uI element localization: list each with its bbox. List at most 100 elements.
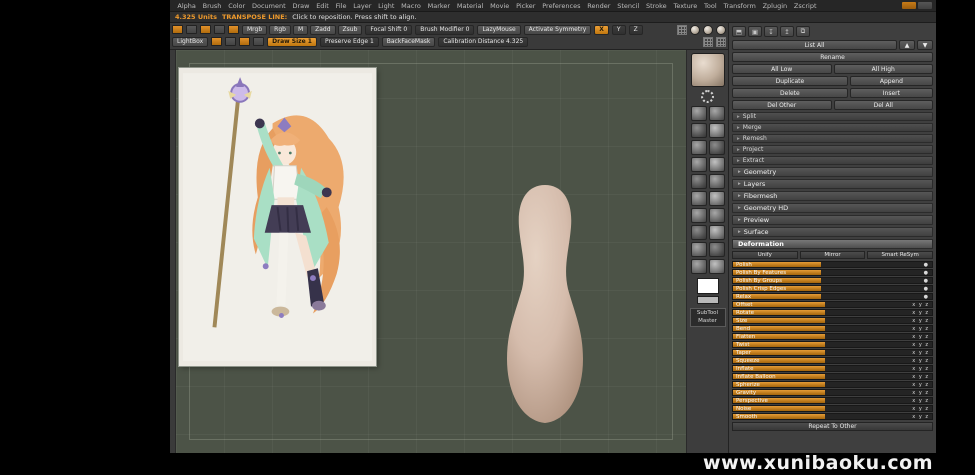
paint-mode-button[interactable]: Zsub [338, 25, 363, 35]
slider-axis-toggles[interactable]: x y z [912, 334, 932, 340]
deformation-slider[interactable]: Flatten x y z [732, 333, 933, 340]
menu-item[interactable]: Material [453, 2, 486, 10]
menu-item[interactable]: Macro [398, 2, 424, 10]
calibration-distance-readout[interactable]: Calibration Distance 4.325 [438, 37, 528, 47]
brush-thumbnail[interactable] [691, 225, 707, 240]
brush-thumbnail[interactable] [691, 191, 707, 206]
slider-axis-toggles[interactable]: x y z [912, 358, 932, 364]
secondary-color-swatch[interactable] [697, 296, 719, 304]
menu-item[interactable]: Stroke [643, 2, 671, 10]
export-icon[interactable]: ↥ [780, 26, 794, 37]
slider-axis-toggles[interactable]: x y z [912, 318, 932, 324]
menu-item[interactable]: Tool [701, 2, 720, 10]
deformation-slider[interactable]: Rotate x y z [732, 309, 933, 316]
deformation-slider[interactable]: Spherize x y z [732, 381, 933, 388]
slider-axis-toggles[interactable]: ● [924, 286, 932, 292]
slider-axis-toggles[interactable]: x y z [912, 374, 932, 380]
sculpt-viewport[interactable] [176, 50, 686, 453]
deformation-slider[interactable]: Twist x y z [732, 341, 933, 348]
menu-item[interactable]: Document [249, 2, 289, 10]
deformation-slider[interactable]: Smooth x y z [732, 413, 933, 420]
main-color-swatch[interactable] [697, 278, 719, 294]
menubar-chip-icon[interactable] [902, 2, 916, 9]
deformation-slider[interactable]: Polish By Groups ● [732, 277, 933, 284]
slider-axis-toggles[interactable]: x y z [912, 390, 932, 396]
menu-item[interactable]: Render [584, 2, 614, 10]
brush-thumbnail[interactable] [691, 157, 707, 172]
paint-mode-button[interactable]: M [293, 25, 308, 35]
deformation-slider[interactable]: Inflate Balloon x y z [732, 373, 933, 380]
subtool-down-button[interactable]: ▼ [917, 40, 933, 50]
append-button[interactable]: Append [850, 76, 933, 86]
menu-item[interactable]: Brush [199, 2, 225, 10]
menu-item[interactable]: Draw [289, 2, 313, 10]
subtool-subsection-header[interactable]: ▸ Merge [732, 123, 933, 132]
grid-icon[interactable] [703, 37, 713, 47]
activate-symmetry-button[interactable]: Activate Symmetry [524, 25, 592, 35]
quick-button[interactable] [172, 25, 183, 34]
brush-thumbnail[interactable] [691, 174, 707, 189]
insert-button[interactable]: Insert [850, 88, 933, 98]
brush-thumbnail[interactable] [691, 259, 707, 274]
subtool-up-button[interactable]: ▲ [899, 40, 915, 50]
menu-item[interactable]: Alpha [174, 2, 199, 10]
paint-mode-button[interactable]: Zadd [310, 25, 335, 35]
lazymouse-button[interactable]: LazyMouse [477, 25, 520, 35]
list-all-button[interactable]: List All [732, 40, 897, 50]
menu-item[interactable]: Edit [313, 2, 332, 10]
all-low-button[interactable]: All Low [732, 64, 832, 74]
quick-button[interactable] [239, 37, 250, 46]
subtool-subsection-header[interactable]: ▸ Remesh [732, 134, 933, 143]
clone-icon[interactable]: ⧉ [796, 26, 810, 37]
deformation-slider[interactable]: Bend x y z [732, 325, 933, 332]
quick-button[interactable] [211, 37, 222, 46]
symmetry-x-toggle[interactable]: X [594, 25, 609, 35]
slider-axis-toggles[interactable]: ● [924, 262, 932, 268]
menu-item[interactable]: Marker [424, 2, 453, 10]
brush-thumbnail[interactable] [709, 259, 725, 274]
menu-item[interactable]: Zplugin [759, 2, 790, 10]
load-tool-icon[interactable]: ⬒ [732, 26, 746, 37]
grid-icon[interactable] [716, 37, 726, 47]
deformation-slider[interactable]: Size x y z [732, 317, 933, 324]
brush-thumbnail[interactable] [709, 191, 725, 206]
menu-item[interactable]: Transform [720, 2, 759, 10]
backface-mask-button[interactable]: BackFaceMask [382, 37, 436, 47]
menu-item[interactable]: Stencil [614, 2, 643, 10]
brush-thumbnail[interactable] [691, 208, 707, 223]
symmetry-z-toggle[interactable]: Z [629, 25, 643, 35]
quick-button[interactable] [228, 25, 239, 34]
slider-axis-toggles[interactable]: x y z [912, 326, 932, 332]
slider-axis-toggles[interactable]: x y z [912, 406, 932, 412]
deformation-slider[interactable]: Polish ● [732, 261, 933, 268]
deformation-slider[interactable]: Taper x y z [732, 349, 933, 356]
slider-axis-toggles[interactable]: x y z [912, 302, 932, 308]
repeat-to-other-button[interactable]: Repeat To Other [732, 422, 933, 431]
menu-item[interactable]: File [332, 2, 350, 10]
del-all-button[interactable]: Del All [834, 100, 934, 110]
menu-item[interactable]: Preferences [539, 2, 584, 10]
brush-thumbnail[interactable] [709, 106, 725, 121]
material-sphere-icon[interactable] [716, 25, 726, 35]
brush-thumbnail[interactable] [709, 174, 725, 189]
brush-thumbnail[interactable] [691, 140, 707, 155]
deformation-slider[interactable]: Perspective x y z [732, 397, 933, 404]
import-icon[interactable]: ↧ [764, 26, 778, 37]
mirror-button[interactable]: Mirror [800, 251, 866, 259]
subtool-subsection-header[interactable]: ▸ Project [732, 145, 933, 154]
delete-button[interactable]: Delete [732, 88, 848, 98]
rename-button[interactable]: Rename [732, 52, 933, 62]
brush-thumbnail[interactable] [691, 123, 707, 138]
subtool-master-plugin-button[interactable]: SubTool Master [690, 308, 726, 327]
menu-item[interactable]: Zscript [791, 2, 820, 10]
brush-thumbnail[interactable] [709, 157, 725, 172]
tool-section-header[interactable]: ▸ Layers [732, 179, 933, 189]
slider-axis-toggles[interactable]: x y z [912, 310, 932, 316]
slider-axis-toggles[interactable]: x y z [912, 342, 932, 348]
unify-button[interactable]: Unify [732, 251, 798, 259]
brush-thumbnail[interactable] [709, 123, 725, 138]
quick-button[interactable] [200, 25, 211, 34]
symmetry-y-toggle[interactable]: Y [612, 25, 626, 35]
tool-section-header[interactable]: ▸ Surface [732, 227, 933, 237]
quick-button[interactable] [186, 25, 197, 34]
